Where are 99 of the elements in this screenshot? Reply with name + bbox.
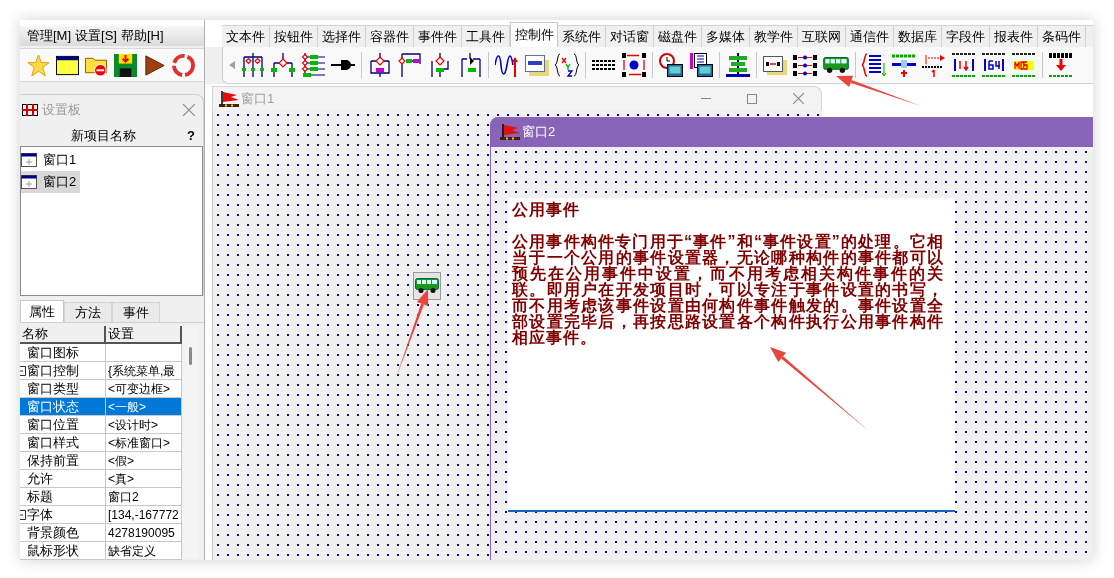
property-value[interactable]: <可变边框> [106, 380, 182, 398]
dot-grid-icon[interactable] [592, 59, 616, 71]
text-box[interactable]: 公用事件 公用事件构件专门用于“事件”和“事件设置”的处理。它相当于一个公用的事件设置器，无论哪种构件的事件都可以预先在公用事件中设置，而不用考虑相关构件事件的关联。即用户在开发项目时，可以专注于事件设置的书写，而不用考虑该事件设置由何构件事件触发的。事件设置全部设置完毕后，再按思路设置各个构件执行公用事件构件相应事件。 [508, 198, 955, 512]
column-header: 新项目名称 [70, 126, 137, 145]
component-tab[interactable]: 磁盘件 [654, 25, 702, 47]
column-header[interactable]: 名称 [20, 326, 106, 344]
component-tab[interactable]: 互联网 [798, 25, 846, 47]
property-name[interactable]: 字体 [20, 506, 106, 524]
component-tab[interactable]: 报表件 [990, 25, 1038, 47]
list-icon[interactable] [862, 53, 886, 77]
letter-list-icon[interactable] [793, 53, 817, 77]
column-header[interactable]: 设置 [106, 326, 182, 344]
property-tab[interactable]: 属性 [20, 300, 64, 322]
label-tile-icon[interactable] [763, 53, 787, 77]
arrow-icon[interactable] [922, 53, 946, 77]
document-monitor-icon[interactable] [689, 53, 713, 77]
stack-icon[interactable] [726, 53, 750, 77]
property-name[interactable]: 窗口位置 [20, 416, 106, 434]
property-name[interactable]: 窗口控制 [20, 362, 106, 380]
property-value[interactable]: <一般> [106, 398, 182, 416]
component-tab[interactable]: 多媒体 [702, 25, 750, 47]
flag-icon [219, 90, 239, 107]
code-tile-icon[interactable] [1012, 53, 1036, 77]
maximize-icon [747, 93, 757, 104]
component-tab[interactable]: 条码件 [1038, 25, 1086, 47]
property-name[interactable]: 标题 [20, 488, 106, 506]
project-item[interactable]: 窗口2 [21, 171, 81, 193]
component-tab[interactable]: 系统件 [558, 25, 606, 47]
plug-icon[interactable] [331, 59, 355, 71]
close-icon [792, 93, 804, 104]
slider-icon[interactable] [892, 53, 916, 77]
component-tab[interactable]: 按钮件 [270, 25, 318, 47]
project-item[interactable]: 窗口1 [21, 149, 81, 171]
component-tab[interactable]: 事件件 [414, 25, 462, 47]
menu-item[interactable]: 管理[M] [27, 26, 72, 46]
flowchart-icon[interactable] [458, 53, 482, 77]
star-icon[interactable] [27, 53, 50, 77]
code-tile-icon[interactable] [952, 53, 976, 77]
panel-icon [22, 102, 38, 118]
close-icon[interactable] [183, 104, 195, 116]
flowchart-icon[interactable] [398, 53, 422, 77]
text-box-title: 公用事件 [512, 202, 581, 218]
component-tab[interactable]: 数据库 [894, 25, 942, 47]
arrows-icon[interactable] [622, 53, 646, 77]
expand-box-icon[interactable] [20, 509, 26, 520]
window-icon[interactable] [56, 53, 79, 77]
flag-icon [500, 124, 520, 140]
property-value[interactable]: 缺省定义 [106, 542, 182, 560]
property-value[interactable]: <假> [106, 452, 182, 470]
window-title: 窗口1 [241, 89, 275, 108]
menu-item[interactable]: 设置[S] [75, 26, 117, 46]
panel-title: 设置板 [42, 101, 81, 120]
code-tile-icon[interactable] [982, 53, 1006, 77]
bus-icon[interactable] [413, 272, 441, 300]
component-tab[interactable]: 字段件 [942, 25, 990, 47]
property-name[interactable]: 窗口样式 [20, 434, 106, 452]
property-name[interactable]: 窗口图标 [20, 344, 106, 362]
flowchart-icon[interactable] [368, 53, 392, 77]
minimize-icon [701, 98, 711, 99]
component-tab[interactable]: 选择件 [318, 25, 366, 47]
component-tab[interactable]: 容器件 [366, 25, 414, 47]
property-tab[interactable]: 方法 [64, 302, 112, 322]
flowchart-icon[interactable] [241, 53, 265, 77]
property-name[interactable]: 保持前置 [20, 452, 106, 470]
window-title: 窗口2 [522, 123, 556, 142]
expand-box-icon[interactable] [20, 365, 26, 376]
component-tab[interactable]: 教学件 [750, 25, 798, 47]
property-name[interactable]: 允许 [20, 470, 106, 488]
component-tab[interactable]: 工具件 [462, 25, 510, 47]
label-tile-icon[interactable] [525, 53, 549, 77]
property-name[interactable]: 鼠标形状 [20, 542, 106, 560]
property-value[interactable]: <真> [106, 470, 182, 488]
property-value[interactable]: 窗口2 [106, 488, 182, 506]
component-tab[interactable]: 文本件 [222, 25, 270, 47]
braces-icon[interactable] [555, 53, 579, 77]
help-mark[interactable]: ? [187, 125, 195, 146]
scrollbar[interactable] [182, 326, 199, 559]
property-name[interactable]: 窗口类型 [20, 380, 106, 398]
component-tab[interactable]: 通信件 [846, 25, 894, 47]
property-value[interactable]: {系统菜单,最 [106, 362, 182, 380]
play-icon[interactable] [143, 53, 166, 77]
wave-icon[interactable] [495, 53, 519, 77]
property-value[interactable]: 4278190095 [106, 524, 182, 542]
property-value[interactable]: <标准窗口> [106, 434, 182, 452]
number-arrow-icon[interactable] [1049, 53, 1073, 77]
property-value[interactable]: [134,-167772 [106, 506, 182, 524]
property-name[interactable]: 窗口状态 [20, 398, 106, 416]
bus-icon[interactable] [823, 57, 849, 73]
menu-item[interactable]: 帮助[H] [120, 26, 164, 46]
recycle-icon[interactable] [172, 53, 195, 77]
text-box-body: 公用事件构件专门用于“事件”和“事件设置”的处理。它相当于一个公用的事件设置器，无论哪种构件的事件都可以预先在公用事件中设置，而不用考虑相关构件事件的关联。即用户在开发项目时，可以专注于事件设置的书写，而不用考虑该事件设置由何构件事件触发的。事件设置全部设置完毕后，再按思路设置各个构件执行公用事件构件相应事件。 [512, 234, 944, 346]
clock-monitor-icon[interactable] [659, 53, 683, 77]
flowchart-icon[interactable] [428, 53, 452, 77]
component-tab[interactable]: 对话窗 [606, 25, 654, 47]
property-name[interactable]: 背景颜色 [20, 524, 106, 542]
component-tab[interactable]: 控制件 [510, 22, 558, 47]
property-tab[interactable]: 事件 [112, 302, 160, 322]
flowchart-icon[interactable] [271, 53, 295, 77]
property-value[interactable]: <设计时> [106, 416, 182, 434]
